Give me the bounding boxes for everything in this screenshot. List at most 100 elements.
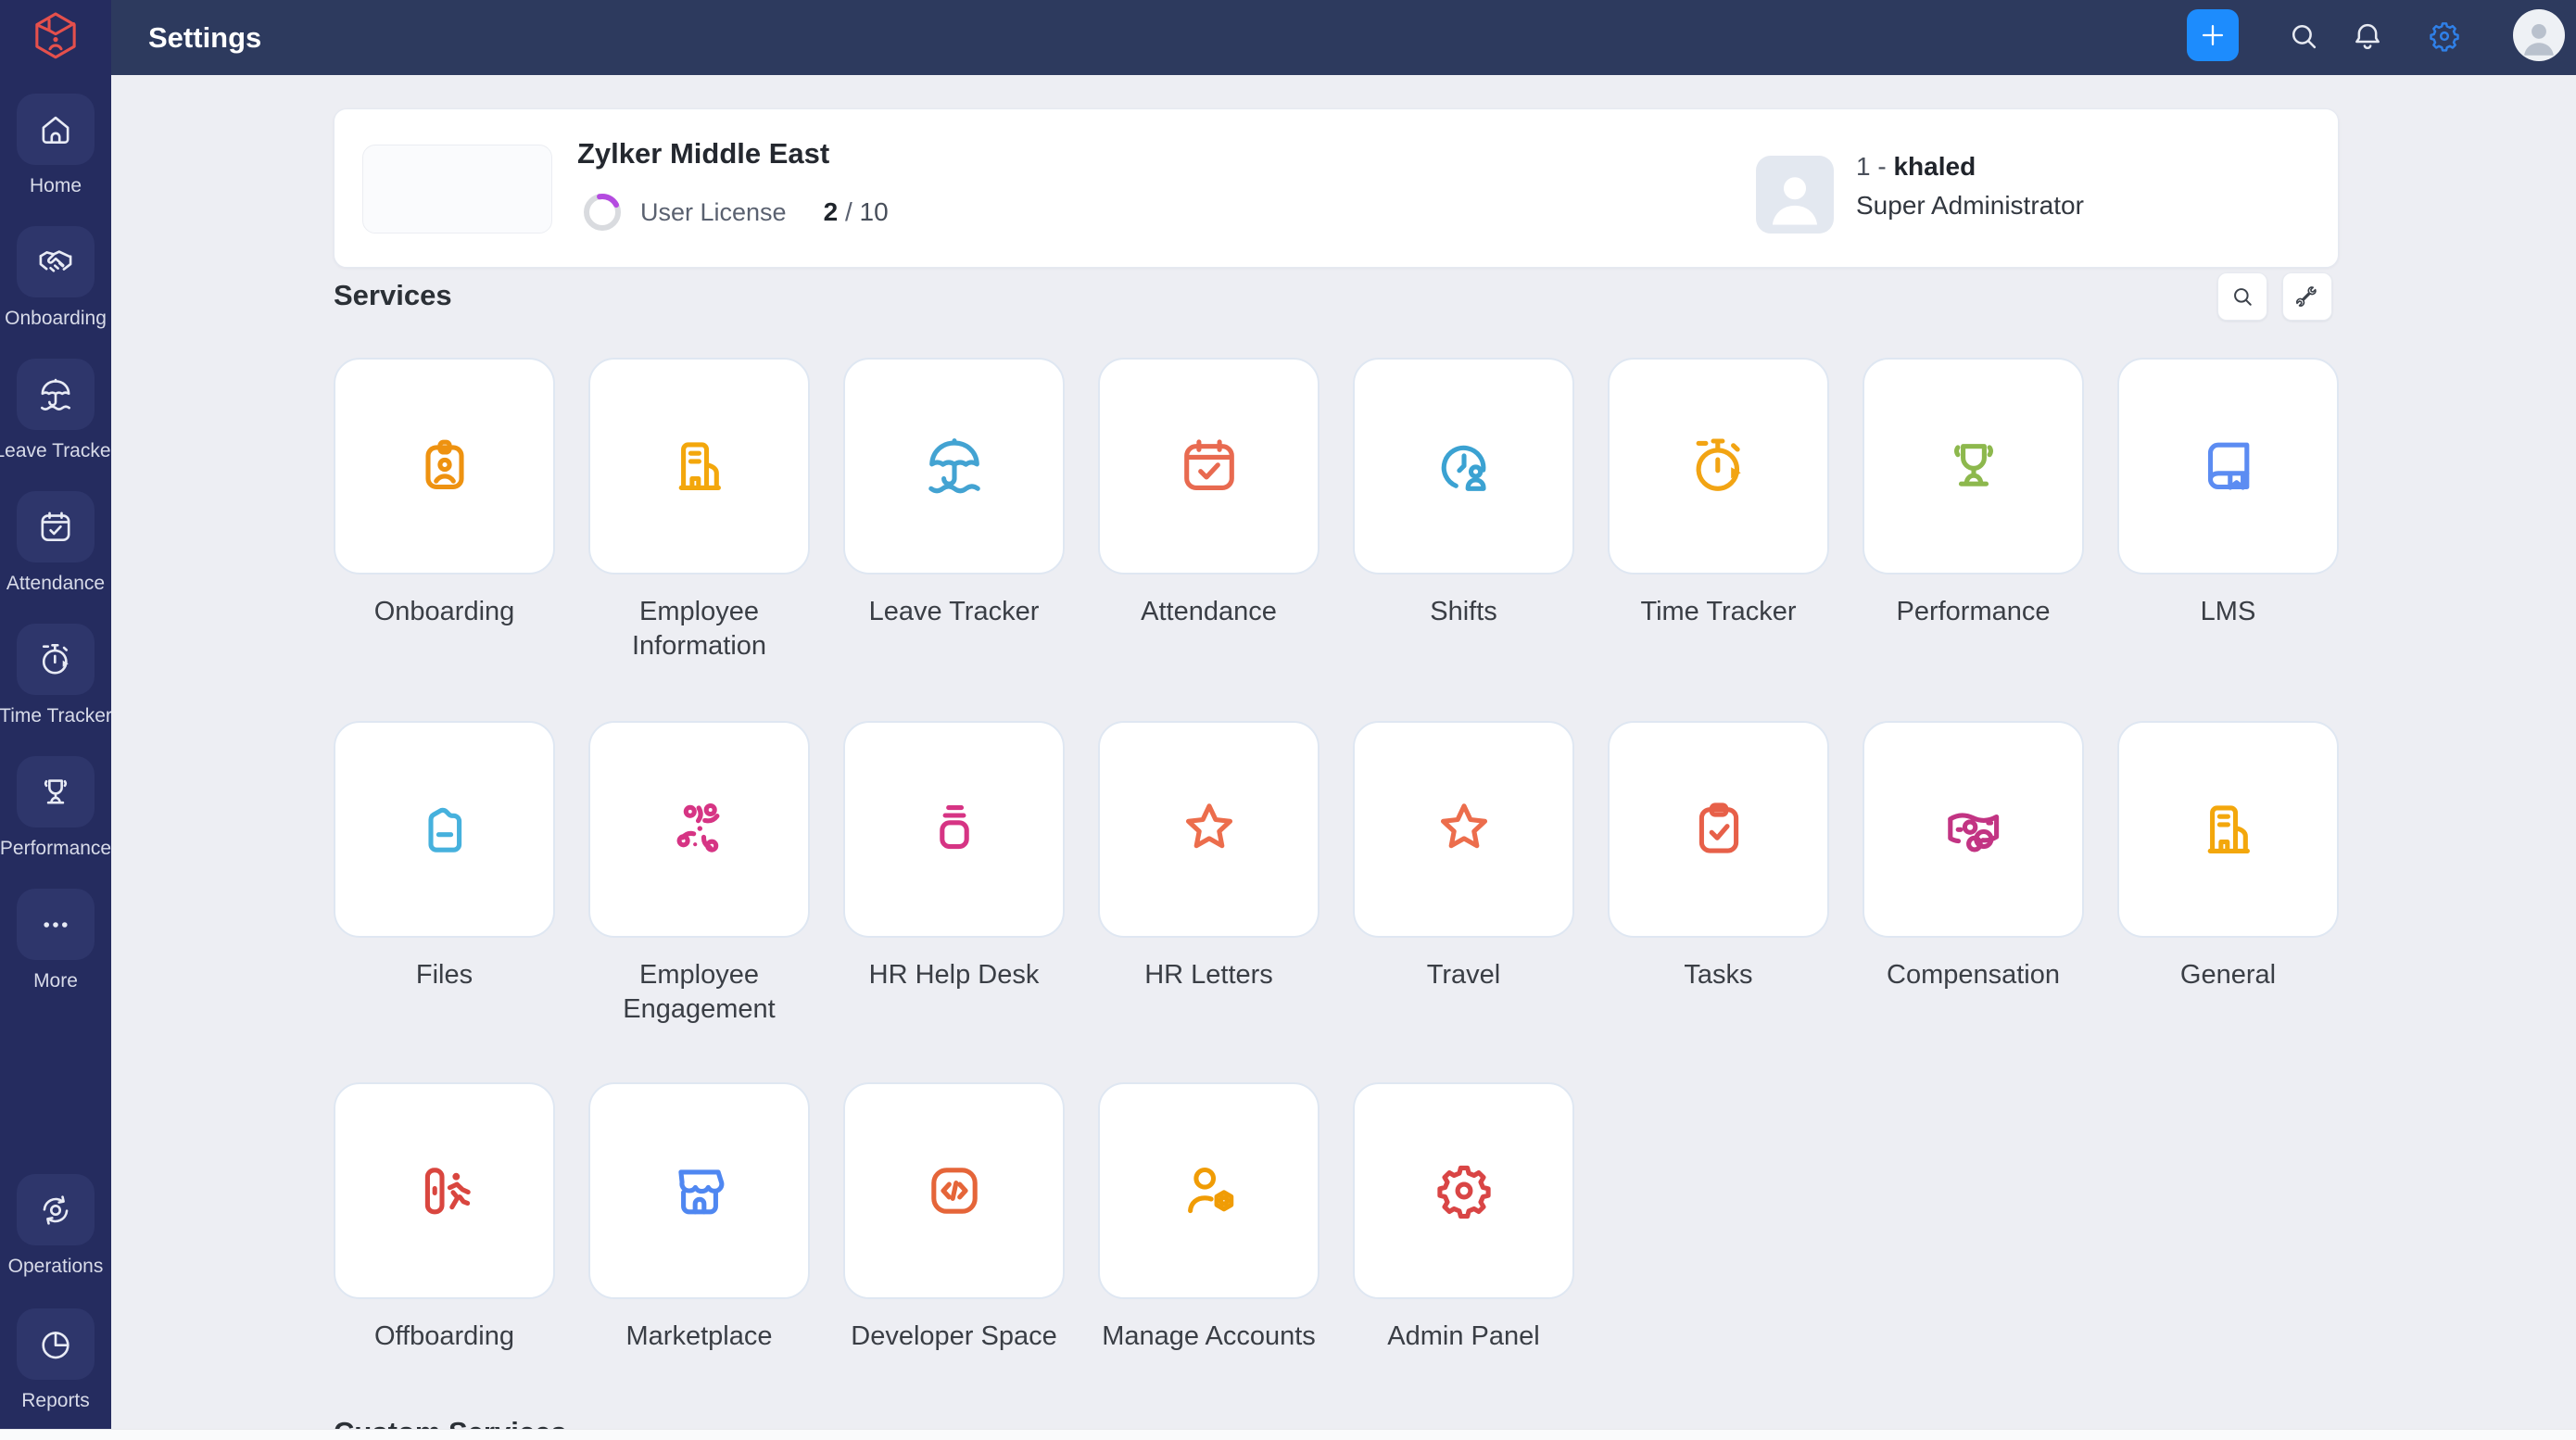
service-tile-manage-accounts[interactable]: Manage Accounts bbox=[1081, 1082, 1336, 1354]
service-tile-label: HR Letters bbox=[1081, 958, 1336, 992]
service-tile-label: HR Help Desk bbox=[827, 958, 1081, 992]
zoho-people-logo-icon bbox=[27, 7, 84, 65]
code-icon bbox=[921, 1157, 988, 1224]
sidebar-item-leave-tracker[interactable]: Leave Tracker bbox=[0, 359, 111, 462]
admin-name: khaled bbox=[1893, 152, 1976, 181]
folder-icon bbox=[411, 796, 478, 863]
horizontal-scrollbar-track[interactable] bbox=[0, 1429, 2576, 1440]
search-icon bbox=[2286, 19, 2321, 54]
sidebar-item-onboarding[interactable]: Onboarding bbox=[0, 226, 111, 330]
sidebar-item-reports[interactable]: Reports bbox=[0, 1308, 111, 1412]
search-button[interactable] bbox=[2285, 18, 2322, 55]
service-tile-files[interactable]: Files bbox=[317, 721, 572, 992]
sidebar-item-attendance[interactable]: Attendance bbox=[0, 491, 111, 595]
license-row: User License 2 / 10 bbox=[581, 191, 889, 234]
service-tile-label: Attendance bbox=[1081, 595, 1336, 629]
pie-chart-icon bbox=[36, 1325, 75, 1364]
license-value: 2 / 10 bbox=[824, 197, 889, 227]
page-title: Settings bbox=[148, 0, 261, 75]
person-silhouette-icon bbox=[1760, 163, 1830, 234]
service-tile-label: Tasks bbox=[1591, 958, 1846, 992]
sidebar-item-label: Reports bbox=[21, 1390, 90, 1412]
sidebar-item-label: Leave Tracker bbox=[0, 440, 111, 462]
service-tile-offboarding[interactable]: Offboarding bbox=[317, 1082, 572, 1354]
service-tile-marketplace[interactable]: Marketplace bbox=[572, 1082, 827, 1354]
user-gear-icon bbox=[1176, 1157, 1243, 1224]
building-icon bbox=[666, 433, 733, 499]
service-tile-label: Onboarding bbox=[317, 595, 572, 629]
admin-avatar[interactable] bbox=[1756, 156, 1834, 234]
sidebar-item-home[interactable]: Home bbox=[0, 94, 111, 197]
service-tile-label: Admin Panel bbox=[1336, 1320, 1591, 1354]
org-summary-card: Zylker Middle East User License 2 / 10 1… bbox=[334, 108, 2339, 268]
customize-services-button[interactable] bbox=[2282, 272, 2332, 321]
handshake-icon bbox=[36, 243, 75, 282]
admin-id-name: 1 - khaled bbox=[1856, 152, 1976, 182]
storefront-icon bbox=[666, 1157, 733, 1224]
wrench-gear-icon bbox=[2294, 284, 2320, 309]
service-tile-label: Files bbox=[317, 958, 572, 992]
book-icon bbox=[2195, 433, 2262, 499]
sidebar-item-time-tracker[interactable]: Time Tracker bbox=[0, 624, 111, 727]
org-name: Zylker Middle East bbox=[577, 137, 829, 171]
service-tile-compensation[interactable]: Compensation bbox=[1846, 721, 2101, 992]
service-tile-lms[interactable]: LMS bbox=[2101, 358, 2355, 629]
service-tile-label: Employee Information bbox=[572, 595, 827, 663]
service-tile-attendance[interactable]: Attendance bbox=[1081, 358, 1336, 629]
notifications-button[interactable] bbox=[2349, 18, 2386, 55]
ellipsis-icon bbox=[36, 905, 75, 944]
license-label: User License bbox=[640, 198, 787, 227]
service-tile-label: General bbox=[2101, 958, 2355, 992]
umbrella-icon bbox=[921, 433, 988, 499]
gear-icon bbox=[2426, 18, 2463, 55]
service-tile-label: LMS bbox=[2101, 595, 2355, 629]
service-tile-performance[interactable]: Performance bbox=[1846, 358, 2101, 629]
sidebar-item-more[interactable]: More bbox=[0, 889, 111, 992]
service-tile-developer-space[interactable]: Developer Space bbox=[827, 1082, 1081, 1354]
service-tile-leave-tracker[interactable]: Leave Tracker bbox=[827, 358, 1081, 629]
sidebar-item-performance[interactable]: Performance bbox=[0, 756, 111, 860]
service-tile-onboarding[interactable]: Onboarding bbox=[317, 358, 572, 629]
services-search-button[interactable] bbox=[2217, 272, 2267, 321]
service-tile-hr-help-desk[interactable]: HR Help Desk bbox=[827, 721, 1081, 992]
bell-icon bbox=[2349, 18, 2386, 55]
trophy-icon bbox=[36, 773, 75, 812]
home-icon bbox=[36, 110, 75, 149]
sidebar-item-label: Time Tracker bbox=[0, 705, 111, 727]
money-icon bbox=[1940, 796, 2007, 863]
add-button[interactable] bbox=[2187, 9, 2239, 61]
sidebar-item-label: More bbox=[33, 970, 78, 992]
service-tile-label: Shifts bbox=[1336, 595, 1591, 629]
calendar-check-icon bbox=[36, 508, 75, 547]
service-tile-general[interactable]: General bbox=[2101, 721, 2355, 992]
service-tile-label: Time Tracker bbox=[1591, 595, 1846, 629]
sidebar-item-label: Performance bbox=[0, 838, 111, 860]
service-tile-hr-letters[interactable]: HR Letters bbox=[1081, 721, 1336, 992]
service-tile-employee-engagement[interactable]: Employee Engagement bbox=[572, 721, 827, 1027]
settings-button[interactable] bbox=[2426, 18, 2463, 55]
admin-role: Super Administrator bbox=[1856, 191, 2084, 221]
service-tile-label: Performance bbox=[1846, 595, 2101, 629]
service-tile-label: Developer Space bbox=[827, 1320, 1081, 1354]
topbar: Settings bbox=[111, 0, 2576, 75]
celebration-icon bbox=[666, 796, 733, 863]
service-tile-travel[interactable]: Travel bbox=[1336, 721, 1591, 992]
trophy-icon bbox=[1940, 433, 2007, 499]
star-icon bbox=[1176, 796, 1243, 863]
services-section-title: Services bbox=[334, 279, 452, 312]
org-logo-placeholder[interactable] bbox=[362, 145, 552, 234]
calendar-check-icon bbox=[1176, 433, 1243, 499]
operations-icon bbox=[36, 1191, 75, 1230]
clipboard-check-icon bbox=[1686, 796, 1752, 863]
license-donut-chart bbox=[581, 191, 624, 234]
service-tile-shifts[interactable]: Shifts bbox=[1336, 358, 1591, 629]
service-tile-time-tracker[interactable]: Time Tracker bbox=[1591, 358, 1846, 629]
sidebar-item-operations[interactable]: Operations bbox=[0, 1174, 111, 1278]
service-tile-tasks[interactable]: Tasks bbox=[1591, 721, 1846, 992]
service-tile-admin-panel[interactable]: Admin Panel bbox=[1336, 1082, 1591, 1354]
user-avatar[interactable] bbox=[2513, 9, 2565, 61]
stopwatch-icon bbox=[36, 640, 75, 679]
service-tile-employee-information[interactable]: Employee Information bbox=[572, 358, 827, 663]
gear-icon bbox=[1431, 1157, 1497, 1224]
app-logo[interactable] bbox=[0, 7, 111, 65]
